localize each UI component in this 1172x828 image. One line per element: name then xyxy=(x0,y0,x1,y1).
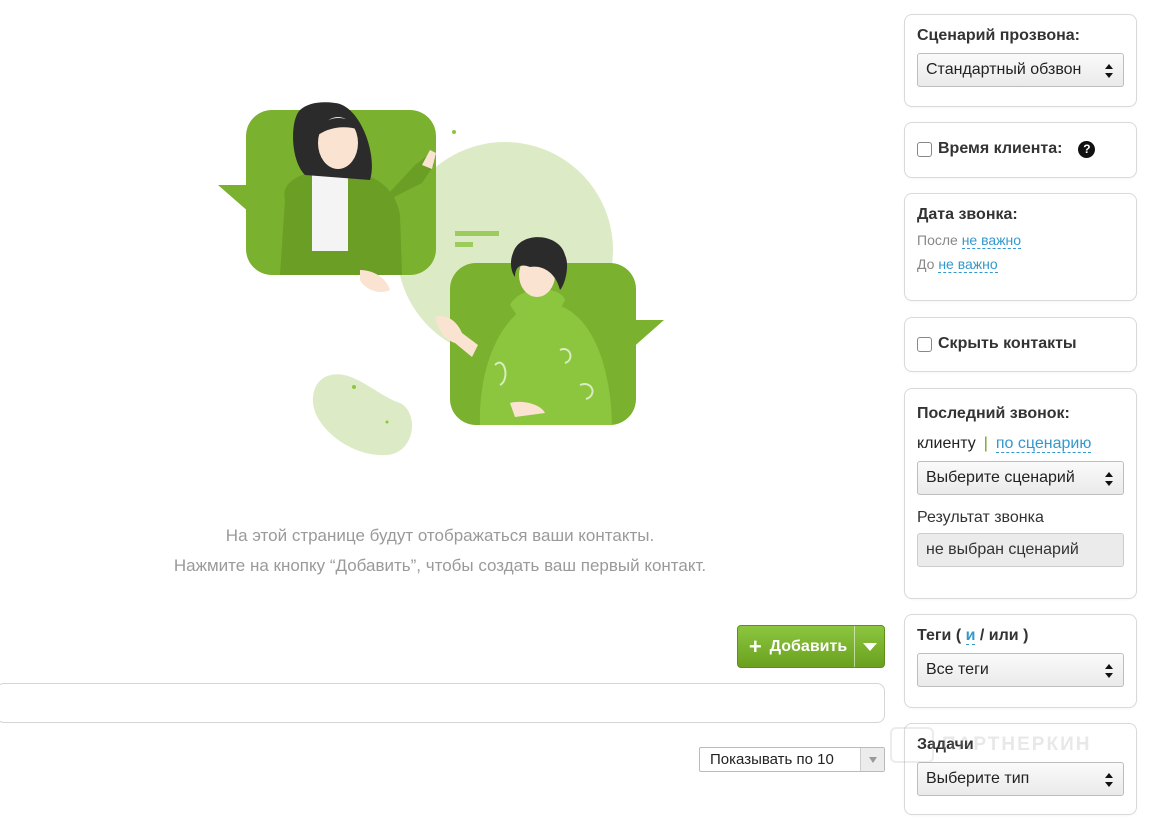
scenario-select-value: Стандартный обзвон xyxy=(926,61,1082,78)
add-options-dropdown-button[interactable] xyxy=(854,626,884,667)
call-result-value: не выбран сценарий xyxy=(926,541,1079,558)
call-date-before-label: До xyxy=(917,256,935,272)
last-call-title: Последний звонок: xyxy=(917,405,1070,422)
caret-down-icon xyxy=(862,642,877,651)
tags-title-prefix: Теги ( xyxy=(917,627,962,644)
tags-select-value: Все теги xyxy=(926,661,989,678)
page-size-value: Показывать по 10 xyxy=(710,751,834,768)
tasks-select[interactable]: Выберите тип xyxy=(917,762,1124,796)
scenario-title: Сценарий прозвона: xyxy=(917,27,1080,44)
tags-select[interactable]: Все теги xyxy=(917,653,1124,687)
hide-contacts-checkbox[interactable] xyxy=(917,336,932,352)
call-result-label: Результат звонка xyxy=(917,509,1044,526)
call-date-after-label: После xyxy=(917,232,958,248)
select-arrows-icon xyxy=(1105,472,1114,486)
client-time-checkbox[interactable] xyxy=(917,141,932,157)
call-date-before-link[interactable]: не важно xyxy=(938,256,998,273)
tasks-panel: Задачи Выберите тип xyxy=(904,723,1137,815)
plus-icon: + xyxy=(748,633,762,659)
add-contact-label: Добавить xyxy=(769,637,848,655)
select-arrows-icon xyxy=(1105,773,1114,787)
call-result-field: не выбран сценарий xyxy=(917,533,1124,567)
scenario-panel: Сценарий прозвона: Стандартный обзвон xyxy=(904,14,1137,107)
add-contact-button[interactable]: + Добавить xyxy=(738,626,854,667)
page-size-select[interactable]: Показывать по 10 xyxy=(699,747,885,772)
tags-and-link[interactable]: и xyxy=(965,627,976,645)
tab-by-scenario[interactable]: по сценарию xyxy=(995,435,1092,453)
question-icon[interactable]: ? xyxy=(1078,140,1096,158)
hide-contacts-label[interactable]: Скрыть контакты xyxy=(938,335,1077,353)
call-date-title: Дата звонка: xyxy=(917,206,1018,223)
client-time-panel: Время клиента: ? xyxy=(904,122,1137,178)
man-chat-bubble xyxy=(435,237,664,425)
last-call-scenario-select[interactable]: Выберите сценарий xyxy=(917,461,1124,495)
client-time-label[interactable]: Время клиента: xyxy=(938,140,1062,158)
add-contact-button-group: + Добавить xyxy=(737,625,885,668)
call-date-after-link[interactable]: не важно xyxy=(961,232,1022,249)
empty-state-line2: Нажмите на кнопку “Добавить”, чтобы созд… xyxy=(173,556,707,575)
woman-chat-bubble xyxy=(218,102,436,292)
tasks-select-value: Выберите тип xyxy=(926,770,1030,787)
tags-title: Теги ( и / или ) xyxy=(917,627,1124,645)
hide-contacts-panel: Скрыть контакты xyxy=(904,317,1137,372)
select-arrows-icon xyxy=(1105,664,1114,678)
tags-panel: Теги ( и / или ) Все теги xyxy=(904,614,1137,708)
tags-title-suffix: / или ) xyxy=(979,627,1029,644)
tasks-title: Задачи xyxy=(917,736,974,753)
last-call-panel: Последний звонок: клиенту | по сценарию Вы… xyxy=(904,388,1137,599)
select-arrows-icon xyxy=(1105,64,1114,78)
last-call-scenario-value: Выберите сценарий xyxy=(926,469,1075,486)
caret-down-icon xyxy=(868,756,877,763)
tab-separator: | xyxy=(983,435,988,452)
background-blob xyxy=(312,374,412,456)
tab-client[interactable]: клиенту xyxy=(917,435,976,452)
empty-contacts-illustration xyxy=(218,102,664,456)
call-date-panel: Дата звонка: После не важно До не важно xyxy=(904,193,1137,301)
page-size-arrow[interactable] xyxy=(860,748,884,771)
scenario-select[interactable]: Стандартный обзвон xyxy=(917,53,1124,87)
empty-state-line1: На этой странице будут отображаться ваши… xyxy=(225,526,655,545)
contacts-list-container xyxy=(0,683,885,723)
